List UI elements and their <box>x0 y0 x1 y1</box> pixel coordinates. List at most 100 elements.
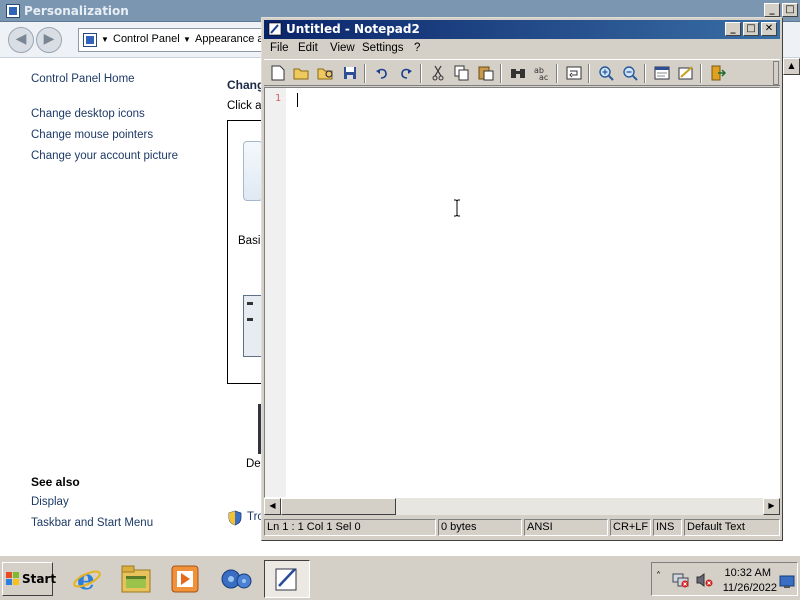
exit-icon[interactable] <box>708 64 728 82</box>
notepad-icon <box>268 22 282 36</box>
shield-icon <box>228 510 242 526</box>
address-field[interactable]: ▼ Control Panel ▼ Appearance a <box>78 28 278 52</box>
scroll-left-button[interactable]: ◀ <box>264 498 281 515</box>
control-panel-home-link[interactable]: Control Panel Home <box>31 73 135 85</box>
find-icon[interactable] <box>508 64 528 82</box>
show-hidden-icons-icon[interactable]: ˄ <box>656 571 661 582</box>
menu-edit[interactable]: Edit <box>298 42 318 54</box>
svg-text:ac: ac <box>539 73 548 81</box>
undo-icon[interactable] <box>372 64 392 82</box>
forward-button[interactable]: ▶ <box>36 27 62 53</box>
desktop-background-label[interactable]: De <box>246 458 261 470</box>
control-panel-icon[interactable] <box>213 560 259 598</box>
close-button[interactable]: ✕ <box>761 22 777 36</box>
clock-date[interactable]: 11/26/2022 <box>723 582 777 594</box>
menu-bar: File Edit View Settings ? <box>264 39 780 58</box>
menu-view[interactable]: View <box>330 42 355 54</box>
start-label: Start <box>22 572 57 586</box>
customize-schemes-icon[interactable] <box>676 64 696 82</box>
chevron-down-icon[interactable]: ▼ <box>101 35 109 44</box>
internet-explorer-icon[interactable]: e <box>64 560 110 598</box>
text-editor[interactable]: 1 <box>264 87 780 498</box>
status-line-ending[interactable]: CR+LF <box>610 519 651 536</box>
minimize-button[interactable]: _ <box>764 3 780 17</box>
redo-icon[interactable] <box>396 64 416 82</box>
cut-icon[interactable] <box>428 64 448 82</box>
control-panel-icon <box>83 33 97 47</box>
show-desktop-icon[interactable] <box>779 575 795 589</box>
clock-time[interactable]: 10:32 AM <box>725 567 771 579</box>
personalization-window-title: Personalization <box>24 4 129 18</box>
toolbar: ab ac <box>264 59 780 86</box>
toolbar-grip[interactable] <box>773 61 779 85</box>
forward-arrow-icon: ▶ <box>43 31 55 47</box>
menu-file[interactable]: File <box>270 42 289 54</box>
theme-thumbnail[interactable] <box>243 295 263 357</box>
view-scheme-icon[interactable] <box>652 64 672 82</box>
toolbar-separator <box>364 64 366 83</box>
status-bar: Ln 1 : 1 Col 1 Sel 0 0 bytes ANSI CR+LF … <box>264 518 780 537</box>
zoom-in-icon[interactable] <box>596 64 616 82</box>
text-cursor-icon <box>454 199 460 217</box>
breadcrumb-control-panel[interactable]: Control Panel <box>113 33 180 45</box>
maximize-button[interactable]: □ <box>743 22 759 36</box>
start-button[interactable]: Start <box>2 562 57 596</box>
new-file-icon[interactable] <box>268 64 288 82</box>
zoom-out-icon[interactable] <box>620 64 640 82</box>
page-subtitle: Click a <box>227 100 262 112</box>
page-title: Chang <box>227 78 265 92</box>
browse-icon[interactable] <box>316 64 336 82</box>
word-wrap-icon[interactable] <box>564 64 584 82</box>
status-insert-mode[interactable]: INS <box>653 519 682 536</box>
menu-help[interactable]: ? <box>414 42 420 54</box>
status-size: 0 bytes <box>438 519 522 536</box>
save-icon[interactable] <box>340 64 360 82</box>
chevron-down-icon[interactable]: ▼ <box>183 35 191 44</box>
toolbar-separator <box>644 64 646 83</box>
personalization-window-icon <box>6 4 20 18</box>
minimize-button[interactable]: _ <box>725 22 741 36</box>
theme-thumbnail[interactable] <box>243 141 263 201</box>
see-also-heading: See also <box>31 475 80 489</box>
text-caret <box>297 93 298 107</box>
file-explorer-icon[interactable] <box>113 560 159 598</box>
replace-icon[interactable]: ab ac <box>532 64 552 82</box>
notepad2-titlebar[interactable]: Untitled - Notepad2 _ □ ✕ <box>264 20 780 39</box>
status-position: Ln 1 : 1 Col 1 Sel 0 <box>264 519 436 536</box>
back-arrow-icon: ◀ <box>15 31 27 47</box>
open-folder-icon[interactable] <box>292 64 312 82</box>
line-number: 1 <box>275 93 282 104</box>
system-tray: ˄ 10:32 AM 11/26/2022 <box>651 562 798 596</box>
taskbar-start-menu-link[interactable]: Taskbar and Start Menu <box>31 517 153 529</box>
copy-icon[interactable] <box>452 64 472 82</box>
notepad2-window-title: Untitled - Notepad2 <box>286 22 420 36</box>
change-account-picture-link[interactable]: Change your account picture <box>31 150 178 162</box>
paste-icon[interactable] <box>476 64 496 82</box>
maximize-button[interactable]: □ <box>782 3 798 17</box>
line-number-gutter: 1 <box>265 88 286 497</box>
windows-logo-icon <box>6 572 19 585</box>
back-button[interactable]: ◀ <box>8 27 34 53</box>
horizontal-scrollbar[interactable]: ◀ ▶ <box>264 498 780 515</box>
scroll-up-button[interactable]: ▲ <box>783 58 800 75</box>
status-encoding[interactable]: ANSI <box>524 519 608 536</box>
svg-text:e: e <box>77 564 95 594</box>
volume-muted-icon[interactable] <box>696 572 714 588</box>
scroll-right-button[interactable]: ▶ <box>763 498 780 515</box>
toolbar-separator <box>420 64 422 83</box>
toolbar-separator <box>588 64 590 83</box>
notepad2-window: Untitled - Notepad2 _ □ ✕ File Edit View… <box>261 17 783 541</box>
notepad-icon[interactable] <box>264 560 310 598</box>
network-icon[interactable] <box>672 572 690 588</box>
menu-settings[interactable]: Settings <box>362 42 404 54</box>
theme-group-label: Basi <box>238 235 261 247</box>
change-desktop-icons-link[interactable]: Change desktop icons <box>31 108 145 120</box>
change-mouse-pointers-link[interactable]: Change mouse pointers <box>31 129 153 141</box>
taskbar: Start e ˄ 10:32 AM 11/26/2022 <box>0 554 800 600</box>
display-link[interactable]: Display <box>31 496 69 508</box>
breadcrumb-appearance[interactable]: Appearance a <box>195 33 264 45</box>
scroll-thumb[interactable] <box>281 498 396 515</box>
background-scrollbar[interactable]: ▲ <box>783 58 800 554</box>
media-player-icon[interactable] <box>162 560 208 598</box>
status-scheme[interactable]: Default Text <box>684 519 780 536</box>
